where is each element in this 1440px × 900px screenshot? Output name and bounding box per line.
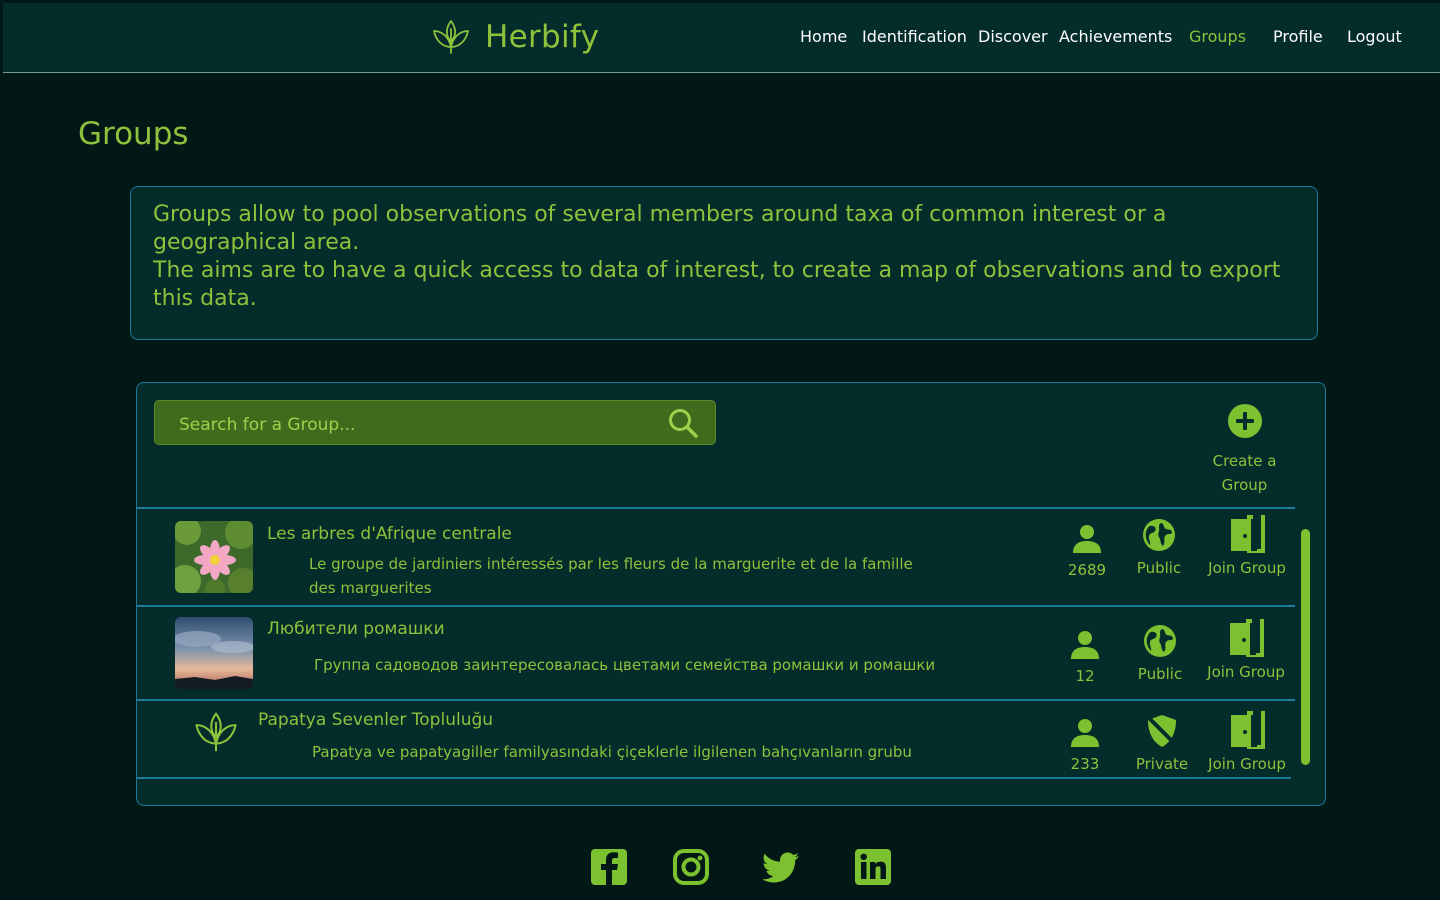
brand[interactable]: Herbify <box>431 17 599 57</box>
join-group-label: Join Group <box>1208 559 1286 577</box>
sunset-sky-photo <box>175 617 253 689</box>
nav-home[interactable]: Home <box>800 27 847 46</box>
user-icon <box>1071 719 1099 747</box>
shield-slash-icon <box>1146 715 1178 747</box>
member-count-value: 233 <box>1070 755 1100 773</box>
group-description: Le groupe de jardiniers intéressés par l… <box>309 555 913 597</box>
group-name[interactable]: Les arbres d'Afrique centrale <box>267 524 512 544</box>
group-description: Группа садоводов заинтересовалась цветам… <box>314 656 936 674</box>
user-icon <box>1073 525 1101 553</box>
instagram-icon[interactable] <box>672 848 710 886</box>
visibility-label: Private <box>1135 755 1189 773</box>
group-thumbnail <box>175 617 253 689</box>
member-count-value: 2689 <box>1067 561 1107 579</box>
plus-circle-icon <box>1227 404 1262 438</box>
group-row[interactable]: Любители ромашки Группа садоводов заинте… <box>137 607 1297 699</box>
linkedin-icon[interactable] <box>854 848 892 886</box>
twitter-icon[interactable] <box>762 848 800 886</box>
door-icon <box>1230 619 1264 657</box>
globe-icon <box>1143 519 1175 551</box>
intro-text-1: Groups allow to pool observations of sev… <box>153 202 1167 255</box>
door-icon <box>1231 515 1265 553</box>
groups-panel: Create a Group <box>136 382 1326 806</box>
join-group-button[interactable]: Join Group <box>1205 711 1289 773</box>
group-row[interactable]: Papatya Sevenler Topluluğu Papatya ve pa… <box>137 701 1297 777</box>
create-group-button[interactable]: Create a Group <box>1207 403 1282 497</box>
join-group-button[interactable]: Join Group <box>1204 619 1288 681</box>
create-group-label: Create a Group <box>1212 452 1277 494</box>
nav-profile[interactable]: Profile <box>1273 27 1323 46</box>
search-icon[interactable] <box>667 407 699 439</box>
group-name[interactable]: Любители ромашки <box>267 619 445 639</box>
nav-identification[interactable]: Identification <box>862 27 967 46</box>
group-row[interactable]: Les arbres d'Afrique centrale Le groupe … <box>137 509 1297 605</box>
scrollbar[interactable] <box>1301 529 1310 765</box>
door-icon <box>1231 711 1265 749</box>
visibility-status: Public <box>1131 517 1187 577</box>
nav-achievements[interactable]: Achievements <box>1059 27 1172 46</box>
facebook-icon[interactable] <box>590 848 628 886</box>
search-input[interactable] <box>177 411 651 439</box>
globe-icon <box>1144 625 1176 657</box>
visibility-status: Public <box>1132 623 1188 683</box>
member-count: 2689 <box>1059 523 1115 579</box>
group-thumbnail <box>175 521 253 593</box>
visibility-label: Public <box>1137 665 1183 683</box>
water-lily-photo <box>175 521 253 593</box>
nav-logout[interactable]: Logout <box>1347 27 1402 46</box>
leaf-logo-icon <box>433 20 469 54</box>
join-group-button[interactable]: Join Group <box>1205 515 1289 577</box>
join-group-label: Join Group <box>1208 755 1286 773</box>
divider <box>137 777 1291 779</box>
nav-groups[interactable]: Groups <box>1189 27 1246 46</box>
leaf-icon <box>195 712 237 752</box>
intro-box: Groups allow to pool observations of sev… <box>130 186 1318 340</box>
visibility-label: Public <box>1136 559 1182 577</box>
join-group-label: Join Group <box>1207 663 1285 681</box>
group-name[interactable]: Papatya Sevenler Topluluğu <box>258 710 493 730</box>
navbar: Herbify Home Identification Discover Ach… <box>3 3 1440 73</box>
brand-name: Herbify <box>485 19 600 55</box>
user-icon <box>1071 631 1099 659</box>
nav-discover[interactable]: Discover <box>978 27 1048 46</box>
member-count: 12 <box>1057 629 1113 685</box>
visibility-status: Private <box>1133 713 1191 773</box>
member-count: 233 <box>1057 717 1113 773</box>
page-title: Groups <box>78 116 189 152</box>
group-description: Papatya ve papatyagiller familyasındaki … <box>312 743 912 761</box>
search-bar <box>154 400 716 445</box>
intro-text-2: The aims are to have a quick access to d… <box>153 258 1281 311</box>
member-count-value: 12 <box>1075 667 1095 685</box>
